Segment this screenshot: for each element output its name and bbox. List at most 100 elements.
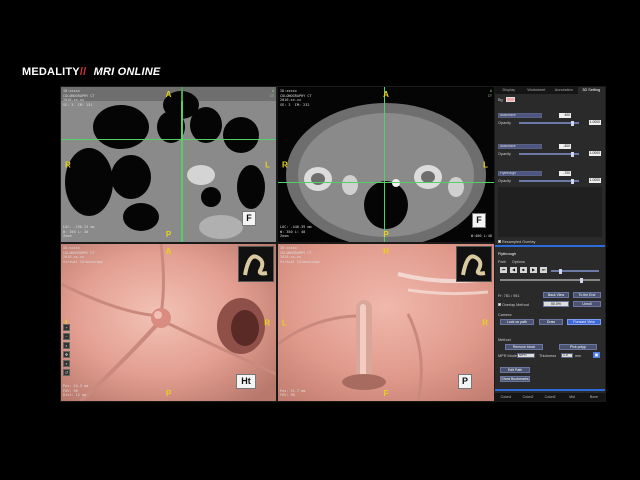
previous-button[interactable]: ◀ bbox=[510, 267, 517, 273]
speed-slider[interactable] bbox=[551, 268, 599, 274]
pick-polyp-button[interactable]: Pick polyp bbox=[559, 344, 597, 350]
orientation-cube[interactable]: F bbox=[472, 213, 486, 228]
layer-1-value[interactable]: 400 bbox=[559, 113, 571, 118]
preset-tabs: Colon1 Colon2 Colon3 Mid Bone bbox=[495, 393, 605, 401]
zoom-out-icon[interactable]: − bbox=[63, 333, 70, 340]
viewport-endoscopy-right[interactable]: ID:xxxxx COLONOGRAPHY CT 2016-xx-xx Virt… bbox=[278, 244, 494, 401]
overlay-modality: A CT bbox=[269, 89, 274, 98]
layer-3-select[interactable]: Flythrough bbox=[498, 171, 542, 176]
lock-on-path-button[interactable]: Lock on path bbox=[500, 319, 534, 325]
tab-3d-setting[interactable]: 3D Setting bbox=[577, 87, 605, 94]
colon-overview-thumbnail[interactable] bbox=[456, 246, 492, 282]
slider-handle[interactable] bbox=[580, 277, 583, 283]
pan-icon[interactable]: ✥ bbox=[63, 351, 70, 358]
preset-colon2[interactable]: Colon2 bbox=[517, 393, 539, 401]
resampled-overlay-label: Resampled Overlay bbox=[502, 239, 536, 244]
forward-view-button[interactable]: Forward View bbox=[567, 319, 601, 325]
layer-1-opacity-value[interactable]: 1.0000 bbox=[589, 120, 601, 125]
layer-2-opacity-value[interactable]: 1.0000 bbox=[589, 151, 601, 156]
subtab-path[interactable]: Path bbox=[498, 260, 506, 264]
viewport-endoscopy-left[interactable]: ID:xxxxx COLONOGRAPHY CT 2016-xx-xx Virt… bbox=[61, 244, 276, 401]
panel-tabs: Display Worksheet Annotation 3D Setting bbox=[495, 87, 605, 94]
section-divider bbox=[495, 389, 605, 391]
orientation-cube[interactable]: Ht bbox=[236, 374, 256, 389]
overlay-position: Pos: 24.3 mm FOV: 90 Dist: 12 mm bbox=[63, 384, 89, 398]
orientation-right: L bbox=[265, 160, 270, 169]
overlay-position: Pos: 31.7 mm FOV: 90 bbox=[280, 388, 306, 398]
slider-handle[interactable] bbox=[571, 178, 574, 184]
first-frame-button[interactable]: ⏮ bbox=[500, 267, 507, 273]
mpr-mode-select[interactable]: MPR bbox=[517, 353, 535, 358]
zoom-in-icon[interactable]: + bbox=[63, 324, 70, 331]
colon-overview-thumbnail[interactable] bbox=[238, 246, 274, 282]
resampled-overlay-checkbox[interactable] bbox=[498, 240, 501, 243]
brand-logo: MEDALITY// MRI ONLINE bbox=[22, 66, 160, 78]
overlay-method-label: Overlay Method bbox=[502, 302, 529, 307]
magnify-icon[interactable]: ⌕ bbox=[63, 360, 70, 367]
layer-3-opacity-slider[interactable] bbox=[519, 178, 579, 184]
overlay-patient-info: ID:xxxxx COLONOGRAPHY CT 2016-xx-xx SE: … bbox=[280, 89, 312, 107]
brand-name: MEDALITY bbox=[22, 66, 80, 78]
layer-3-opacity-value[interactable]: 1.0000 bbox=[589, 178, 601, 183]
slider-handle[interactable] bbox=[559, 268, 562, 274]
orientation-bottom: P bbox=[165, 230, 172, 239]
layer-2-value[interactable]: -300 bbox=[559, 144, 571, 149]
slider-handle[interactable] bbox=[571, 120, 574, 126]
to-end-button[interactable]: To the End bbox=[573, 292, 601, 298]
overlay-method-checkbox[interactable] bbox=[498, 303, 501, 306]
layer-3-value[interactable]: -700 bbox=[559, 171, 571, 176]
overlay-patient-info: ID:xxxxx COLONOGRAPHY CT 2016-xx-xx SE: … bbox=[63, 89, 95, 107]
layer-1-opacity-slider[interactable] bbox=[519, 120, 579, 126]
preset-mid[interactable]: Mid bbox=[561, 393, 583, 401]
overlay-location: LOC: -196.23 mm W: 350 L: 40 Zoom bbox=[63, 225, 95, 239]
viewport-axial-right[interactable]: ID:xxxxx COLONOGRAPHY CT 2016-xx-xx SE: … bbox=[278, 87, 494, 242]
orientation-right: R bbox=[264, 318, 270, 327]
layer-2-opacity-slider[interactable] bbox=[519, 151, 579, 157]
thickness-input[interactable]: 1.0 bbox=[561, 353, 573, 358]
layer-1-select[interactable]: Isosurface bbox=[498, 113, 542, 118]
preset-bone[interactable]: Bone bbox=[583, 393, 605, 401]
tab-annotation[interactable]: Annotation bbox=[550, 87, 578, 94]
apply-icon[interactable]: ▣ bbox=[593, 352, 600, 358]
frame-slider[interactable] bbox=[500, 277, 600, 283]
play-button[interactable]: ▶ bbox=[530, 267, 537, 273]
edit-path-button[interactable]: Edit Path bbox=[500, 367, 530, 373]
viewport-axial-left[interactable]: ID:xxxxx COLONOGRAPHY CT 2016-xx-xx SE: … bbox=[61, 87, 276, 242]
tab-display[interactable]: Display bbox=[495, 87, 523, 94]
background-color-swatch[interactable] bbox=[505, 97, 515, 102]
viewport-toolbar: + − ◐ ✥ ⌕ ↺ bbox=[63, 324, 70, 378]
stop-button[interactable]: ■ bbox=[520, 267, 527, 273]
layer-1-opacity-label: Opacity bbox=[498, 120, 511, 125]
brand-slash: // bbox=[79, 66, 87, 78]
flythrough-title: Flythrough bbox=[498, 251, 516, 256]
orientation-bottom: P bbox=[165, 389, 172, 398]
layer-2-opacity-label: Opacity bbox=[498, 151, 511, 156]
contrast-icon[interactable]: ◐ bbox=[63, 342, 70, 349]
frame-counter: Fr: 781 / 951 bbox=[498, 293, 520, 298]
remove-block-button[interactable]: Remove block bbox=[505, 344, 543, 350]
preset-colon1[interactable]: Colon1 bbox=[495, 393, 517, 401]
orientation-top: A bbox=[165, 90, 172, 99]
back-view-button[interactable]: Back View bbox=[543, 292, 569, 298]
background-color-label: Bg bbox=[498, 97, 503, 102]
orientation-left: R bbox=[65, 160, 71, 169]
viewer-app: ID:xxxxx COLONOGRAPHY CT 2016-xx-xx SE: … bbox=[60, 86, 606, 402]
orientation-top: A bbox=[383, 90, 389, 99]
transfer-function-area bbox=[498, 187, 602, 237]
unroll-button[interactable]: Unroll bbox=[573, 301, 601, 307]
layer-2-select[interactable]: Isosurface bbox=[498, 144, 542, 149]
reset-icon[interactable]: ↺ bbox=[63, 369, 70, 376]
overlay-percent-field[interactable]: 50.0% bbox=[543, 301, 569, 307]
overlay-location: LOC: -446.39 mm W: 350 L: 40 Zoom bbox=[280, 225, 312, 239]
last-frame-button[interactable]: ⏭ bbox=[540, 267, 547, 273]
orientation-cube[interactable]: P bbox=[458, 374, 472, 389]
slider-handle[interactable] bbox=[571, 151, 574, 157]
brand-product: MRI ONLINE bbox=[93, 66, 161, 78]
show-bookmarks-button[interactable]: Show Bookmarks bbox=[500, 376, 530, 382]
tab-worksheet[interactable]: Worksheet bbox=[523, 87, 551, 94]
orientation-cube[interactable]: F bbox=[242, 211, 256, 226]
preset-colon3[interactable]: Colon3 bbox=[539, 393, 561, 401]
orientation-right: R bbox=[482, 318, 488, 327]
subtab-options[interactable]: Options bbox=[512, 260, 525, 264]
draw-button[interactable]: Draw bbox=[539, 319, 563, 325]
